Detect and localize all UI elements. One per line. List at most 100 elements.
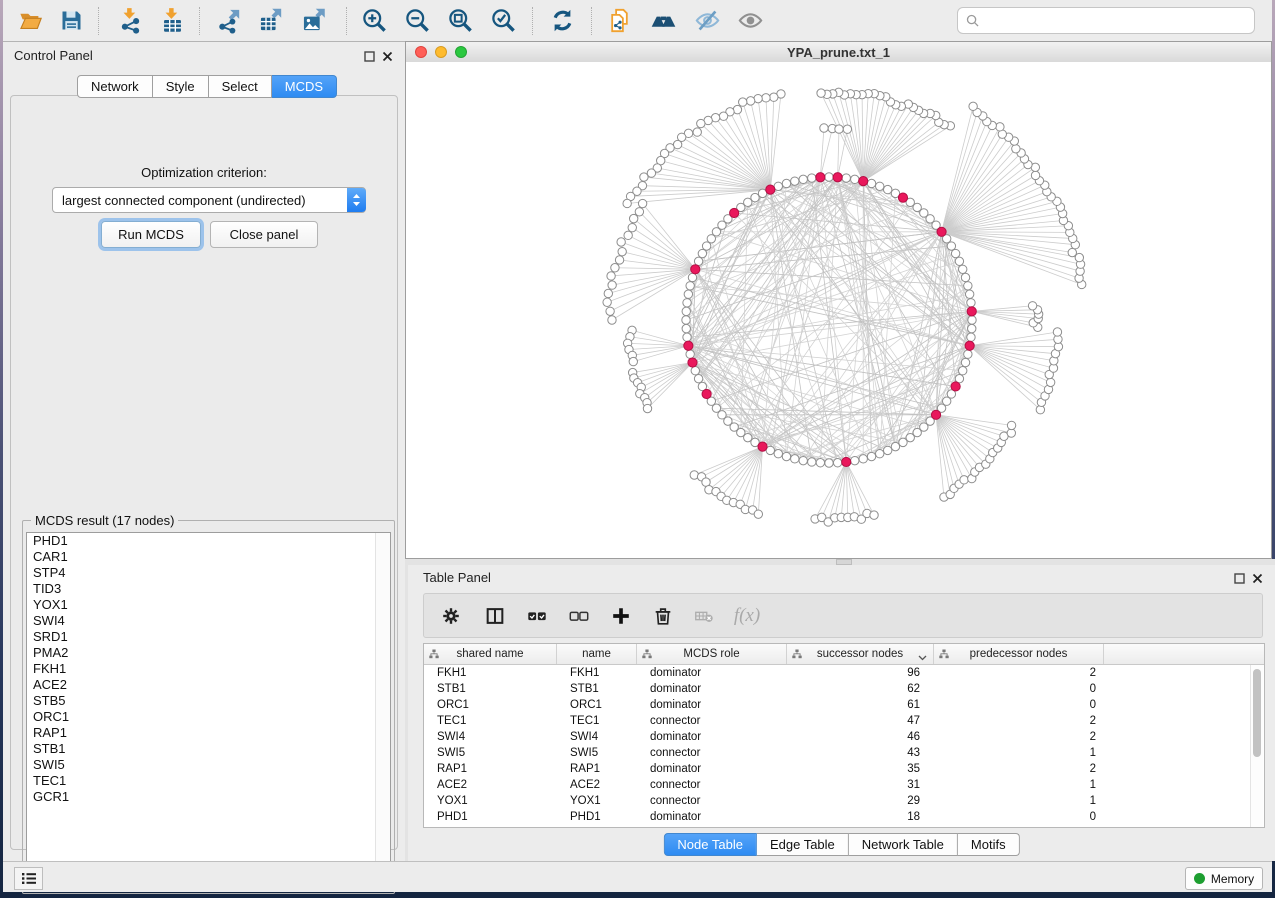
table-cell[interactable]: PHD1 [424,811,557,823]
mcds-result-item[interactable]: YOX1 [27,597,390,613]
table-cell[interactable]: 0 [934,699,1104,711]
table-row[interactable]: SWI4SWI4dominator462 [424,729,1264,745]
zoom-out-button[interactable] [400,4,434,38]
table-cell[interactable]: SWI5 [424,747,557,759]
mcds-result-item[interactable]: SWI5 [27,757,390,773]
table-cell[interactable]: 31 [787,779,934,791]
tab-network-table[interactable]: Network Table [849,833,958,856]
tab-mcds[interactable]: MCDS [272,75,337,98]
table-cell[interactable]: RAP1 [557,763,637,775]
table-scrollbar[interactable] [1250,665,1263,827]
tab-node-table[interactable]: Node Table [663,833,757,856]
table-row[interactable]: TEC1TEC1connector472 [424,713,1264,729]
memory-button[interactable]: Memory [1185,867,1263,890]
mcds-result-item[interactable]: PHD1 [27,533,390,549]
table-cell[interactable]: 1 [934,747,1104,759]
table-cell[interactable]: dominator [637,811,787,823]
run-mcds-button[interactable]: Run MCDS [101,221,201,248]
table-settings-button[interactable] [434,599,468,633]
table-cell[interactable]: 29 [787,795,934,807]
close-panel-icon[interactable] [1251,572,1263,584]
mcds-result-item[interactable]: STB1 [27,741,390,757]
table-row[interactable]: STB1STB1dominator620 [424,681,1264,697]
search-input[interactable] [985,12,1246,29]
select-all-rows-button[interactable] [520,599,554,633]
tab-motifs[interactable]: Motifs [958,833,1020,856]
table-cell[interactable]: 46 [787,731,934,743]
table-cell[interactable]: 2 [934,763,1104,775]
network-canvas[interactable] [406,62,1271,558]
zoom-in-button[interactable] [357,4,391,38]
column-header-predecessor-nodes[interactable]: predecessor nodes [934,644,1104,664]
table-scrollbar-thumb[interactable] [1253,669,1261,757]
network-window-titlebar[interactable]: YPA_prune.txt_1 [406,42,1271,63]
table-cell[interactable]: 2 [934,715,1104,727]
import-network-button[interactable] [113,4,147,38]
zoom-selected-button[interactable] [486,4,520,38]
table-cell[interactable]: dominator [637,667,787,679]
table-cell[interactable]: dominator [637,731,787,743]
table-row[interactable]: ACE2ACE2connector311 [424,777,1264,793]
column-header-shared-name[interactable]: shared name [424,644,557,664]
tab-select[interactable]: Select [209,75,272,98]
table-cell[interactable]: 62 [787,683,934,695]
delete-table-button[interactable] [687,599,721,633]
duplicate-network-button[interactable] [602,4,636,38]
table-cell[interactable]: 35 [787,763,934,775]
table-cell[interactable]: dominator [637,763,787,775]
table-cell[interactable]: 47 [787,715,934,727]
save-button[interactable] [54,4,88,38]
table-cell[interactable]: 1 [934,779,1104,791]
deselect-all-rows-button[interactable] [562,599,596,633]
table-cell[interactable]: connector [637,779,787,791]
table-cell[interactable]: STB1 [557,683,637,695]
table-row[interactable]: FKH1FKH1dominator962 [424,665,1264,681]
open-file-button[interactable] [13,4,47,38]
table-cell[interactable]: TEC1 [557,715,637,727]
table-cell[interactable]: dominator [637,699,787,711]
mcds-result-item[interactable]: STP4 [27,565,390,581]
mcds-result-item[interactable]: GCR1 [27,789,390,805]
zoom-fit-button[interactable] [443,4,477,38]
mcds-result-item[interactable]: TID3 [27,581,390,597]
table-cell[interactable]: ACE2 [557,779,637,791]
show-column-panel-button[interactable] [478,599,512,633]
table-cell[interactable]: ACE2 [424,779,557,791]
table-cell[interactable]: SWI4 [557,731,637,743]
mcds-result-item[interactable]: RAP1 [27,725,390,741]
mcds-result-item[interactable]: STB5 [27,693,390,709]
mcds-result-item[interactable]: CAR1 [27,549,390,565]
table-cell[interactable]: 0 [934,683,1104,695]
mcds-list-scrollbar[interactable] [375,533,390,889]
export-image-button[interactable] [296,4,330,38]
close-panel-icon[interactable] [381,50,393,62]
export-table-button[interactable] [253,4,287,38]
table-cell[interactable]: TEC1 [424,715,557,727]
table-cell[interactable]: 96 [787,667,934,679]
hide-selected-button[interactable] [690,4,724,38]
network-graph[interactable] [406,62,1271,558]
table-row[interactable]: SWI5SWI5connector431 [424,745,1264,761]
show-all-button[interactable] [733,4,767,38]
table-cell[interactable]: dominator [637,683,787,695]
delete-columns-button[interactable] [646,599,680,633]
table-cell[interactable]: ORC1 [424,699,557,711]
float-panel-icon[interactable] [1233,572,1245,584]
table-cell[interactable]: connector [637,715,787,727]
table-cell[interactable]: 2 [934,667,1104,679]
table-cell[interactable]: FKH1 [424,667,557,679]
create-column-button[interactable] [604,599,638,633]
first-neighbors-button[interactable] [646,4,680,38]
table-cell[interactable]: FKH1 [557,667,637,679]
table-cell[interactable]: 18 [787,811,934,823]
table-cell[interactable]: 2 [934,731,1104,743]
table-cell[interactable]: YOX1 [557,795,637,807]
table-cell[interactable]: 43 [787,747,934,759]
table-cell[interactable]: STB1 [424,683,557,695]
mcds-result-item[interactable]: ORC1 [27,709,390,725]
column-header-name[interactable]: name [557,644,637,664]
mcds-result-item[interactable]: SRD1 [27,629,390,645]
close-window-traffic-light[interactable] [415,46,427,58]
mcds-result-item[interactable]: PMA2 [27,645,390,661]
mcds-result-item[interactable]: ACE2 [27,677,390,693]
